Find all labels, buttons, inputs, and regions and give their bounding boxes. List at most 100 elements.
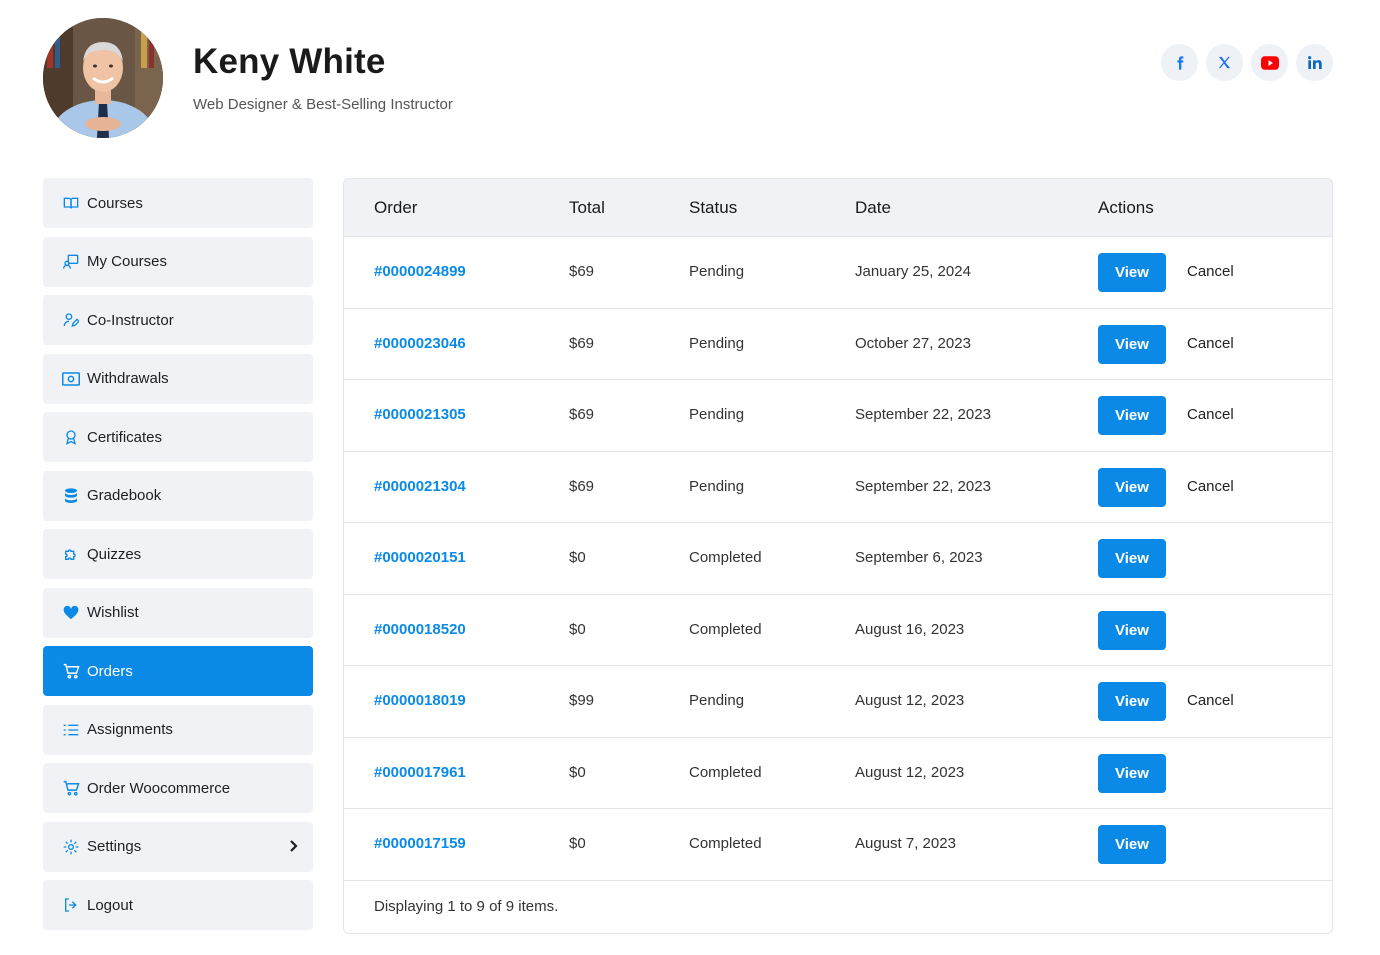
view-button[interactable]: View bbox=[1098, 825, 1166, 864]
sidebar-item-label: Wishlist bbox=[87, 604, 139, 621]
sidebar-item-withdrawals[interactable]: Withdrawals bbox=[43, 353, 313, 404]
view-button[interactable]: View bbox=[1098, 753, 1166, 793]
cancel-button[interactable]: Cancel bbox=[1187, 478, 1234, 495]
order-link[interactable]: #0000023046 bbox=[374, 335, 466, 352]
order-link[interactable]: #0000018520 bbox=[374, 621, 466, 638]
cancel-button[interactable]: Cancel bbox=[1187, 263, 1234, 280]
order-date: September 22, 2023 bbox=[855, 477, 991, 495]
order-total: $69 bbox=[569, 406, 595, 423]
table-row: #0000023046 $69 Pending October 27, 2023… bbox=[344, 309, 1332, 380]
order-date: August 7, 2023 bbox=[855, 835, 956, 852]
table-row: #0000018520 $0 Completed August 16, 2023… bbox=[344, 595, 1332, 666]
order-link[interactable]: #0000017961 bbox=[374, 764, 466, 781]
column-header-order: Order bbox=[374, 198, 418, 217]
social-links bbox=[1161, 44, 1333, 81]
sidebar-item-label: Courses bbox=[87, 194, 143, 212]
sidebar-item-co-instructor[interactable]: Co-Instructor bbox=[43, 295, 313, 345]
view-button[interactable]: View bbox=[1098, 253, 1166, 292]
sidebar-item-gradebook[interactable]: Gradebook bbox=[43, 470, 313, 521]
sidebar-item-certificates[interactable]: Certificates bbox=[43, 412, 313, 462]
money-icon bbox=[61, 369, 81, 389]
order-date: October 27, 2023 bbox=[855, 334, 971, 352]
order-date: September 6, 2023 bbox=[855, 549, 983, 566]
order-date: January 25, 2024 bbox=[855, 263, 971, 280]
order-status: Completed bbox=[689, 763, 762, 781]
sidebar-nav: Courses My Courses Co-Instructor Withdra… bbox=[43, 178, 313, 939]
logout-icon bbox=[61, 895, 81, 915]
view-button[interactable]: View bbox=[1098, 467, 1166, 507]
sidebar-item-label: Quizzes bbox=[87, 545, 142, 563]
order-total: $69 bbox=[569, 334, 595, 352]
sidebar-item-label: Certificates bbox=[87, 428, 163, 446]
order-total: $0 bbox=[569, 835, 586, 852]
view-button[interactable]: View bbox=[1098, 539, 1166, 578]
sidebar-item-assignments[interactable]: Assignments bbox=[43, 704, 313, 755]
sidebar-item-label: Order Woocommerce bbox=[87, 779, 231, 797]
sidebar-item-label: Assignments bbox=[87, 721, 173, 738]
table-row: #0000017961 $0 Completed August 12, 2023… bbox=[344, 738, 1332, 809]
sidebar-item-label: Co-Instructor bbox=[87, 311, 174, 329]
view-button[interactable]: View bbox=[1098, 396, 1166, 435]
list-icon bbox=[61, 720, 81, 740]
cancel-button[interactable]: Cancel bbox=[1187, 335, 1234, 352]
award-icon bbox=[61, 427, 81, 447]
table-row: #0000024899 $69 Pending January 25, 2024… bbox=[344, 237, 1332, 309]
order-status: Pending bbox=[689, 406, 745, 423]
facebook-link[interactable] bbox=[1161, 44, 1198, 81]
book-open-icon bbox=[61, 193, 81, 213]
cancel-button[interactable]: Cancel bbox=[1187, 692, 1234, 709]
linkedin-link[interactable] bbox=[1296, 44, 1333, 81]
avatar bbox=[43, 18, 163, 138]
table-row: #0000017159 $0 Completed August 7, 2023 … bbox=[344, 809, 1332, 881]
sidebar-item-order-woocommerce[interactable]: Order Woocommerce bbox=[43, 763, 313, 813]
order-link[interactable]: #0000017159 bbox=[374, 835, 466, 852]
database-icon bbox=[61, 486, 81, 506]
sidebar-item-label: Logout bbox=[87, 896, 133, 914]
chevron-right-icon bbox=[289, 839, 299, 858]
order-status: Pending bbox=[689, 477, 745, 495]
order-link[interactable]: #0000021304 bbox=[374, 478, 466, 495]
table-row: #0000021305 $69 Pending September 22, 20… bbox=[344, 380, 1332, 452]
x-link[interactable] bbox=[1206, 44, 1243, 81]
table-row: #0000018019 $99 Pending August 12, 2023 … bbox=[344, 666, 1332, 738]
sidebar-item-label: Orders bbox=[87, 662, 133, 680]
table-header: Order Total Status Date Actions bbox=[344, 179, 1332, 237]
view-button[interactable]: View bbox=[1098, 682, 1166, 721]
sidebar-item-label: Withdrawals bbox=[87, 370, 169, 387]
sidebar-item-my-courses[interactable]: My Courses bbox=[43, 236, 313, 287]
sidebar-item-courses[interactable]: Courses bbox=[43, 178, 313, 228]
column-header-status: Status bbox=[689, 198, 738, 217]
order-status: Pending bbox=[689, 692, 745, 709]
order-total: $69 bbox=[569, 477, 595, 495]
order-status: Pending bbox=[689, 334, 745, 352]
order-date: August 12, 2023 bbox=[855, 692, 965, 709]
order-date: August 12, 2023 bbox=[855, 763, 965, 781]
order-link[interactable]: #0000018019 bbox=[374, 692, 466, 709]
order-link[interactable]: #0000024899 bbox=[374, 263, 466, 280]
view-button[interactable]: View bbox=[1098, 610, 1166, 650]
profile-header: Keny White Web Designer & Best-Selling I… bbox=[43, 18, 1333, 138]
order-status: Completed bbox=[689, 549, 762, 566]
sidebar-item-quizzes[interactable]: Quizzes bbox=[43, 529, 313, 579]
sidebar-item-label: Gradebook bbox=[87, 487, 162, 504]
sidebar-item-orders[interactable]: Orders bbox=[43, 646, 313, 696]
column-header-actions: Actions bbox=[1098, 198, 1154, 217]
cancel-button[interactable]: Cancel bbox=[1187, 406, 1234, 423]
sidebar-item-logout[interactable]: Logout bbox=[43, 880, 313, 930]
order-total: $0 bbox=[569, 549, 586, 566]
order-date: September 22, 2023 bbox=[855, 406, 991, 423]
order-total: $99 bbox=[569, 692, 595, 709]
order-link[interactable]: #0000021305 bbox=[374, 406, 466, 423]
order-status: Completed bbox=[689, 835, 762, 852]
order-total: $69 bbox=[569, 263, 595, 280]
cart-icon bbox=[61, 661, 81, 681]
order-link[interactable]: #0000020151 bbox=[374, 549, 466, 566]
table-row: #0000021304 $69 Pending September 22, 20… bbox=[344, 452, 1332, 523]
youtube-link[interactable] bbox=[1251, 44, 1288, 81]
order-date: August 16, 2023 bbox=[855, 620, 965, 638]
view-button[interactable]: View bbox=[1098, 324, 1166, 364]
gear-icon bbox=[61, 837, 81, 857]
youtube-icon bbox=[1260, 55, 1279, 70]
sidebar-item-settings[interactable]: Settings bbox=[43, 821, 313, 872]
sidebar-item-wishlist[interactable]: Wishlist bbox=[43, 587, 313, 638]
